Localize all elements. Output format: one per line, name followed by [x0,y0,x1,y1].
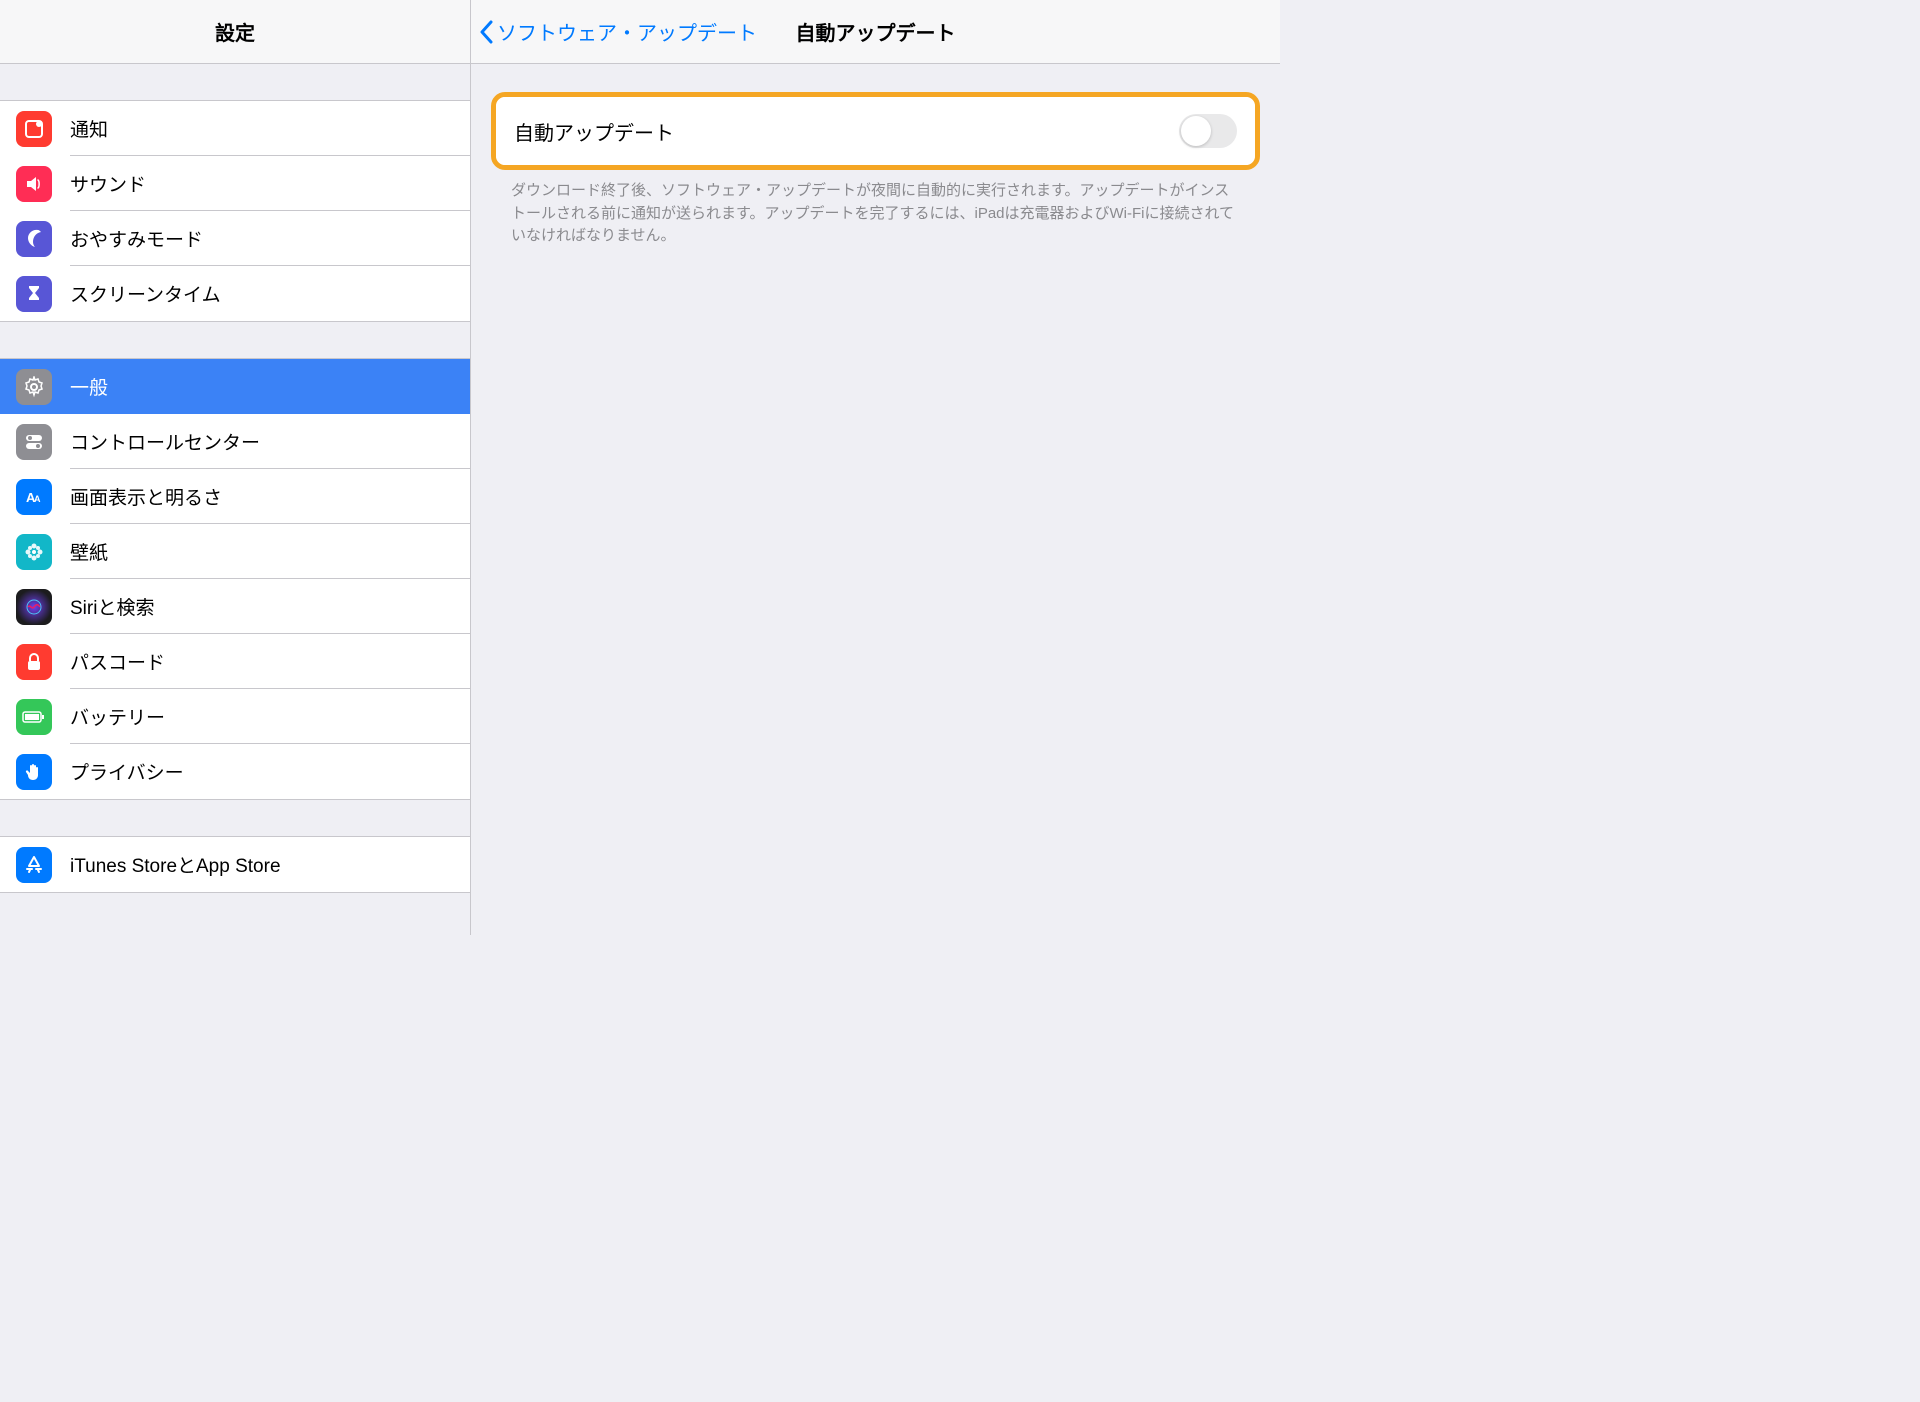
svg-text:A: A [34,494,41,504]
sidebar-item-label: 一般 [70,373,108,400]
sidebar-scroll[interactable]: 通知 サウンド おやすみモード スクリーンタイム [0,64,470,935]
appstore-icon [16,847,52,883]
sidebar-item-label: Siriと検索 [70,593,154,620]
group-spacer [0,322,470,358]
sidebar-item-display[interactable]: AA 画面表示と明るさ [0,469,470,524]
hand-icon [16,754,52,790]
sidebar-item-notifications[interactable]: 通知 [0,101,470,156]
moon-icon [16,221,52,257]
lock-icon [16,644,52,680]
settings-sidebar: 設定 通知 サウンド おやすみモード [0,0,471,935]
auto-update-toggle[interactable] [1179,114,1237,148]
sidebar-header: 設定 [0,0,470,64]
sidebar-item-battery[interactable]: バッテリー [0,689,470,744]
battery-icon [16,699,52,735]
sidebar-item-do-not-disturb[interactable]: おやすみモード [0,211,470,266]
sidebar-item-label: おやすみモード [70,225,203,252]
sidebar-item-label: 壁紙 [70,538,108,565]
sidebar-item-passcode[interactable]: パスコード [0,634,470,689]
toggle-label: 自動アップデート [514,117,674,146]
detail-pane: ソフトウェア・アップデート 自動アップデート 自動アップデート ダウンロード終了… [471,0,1280,935]
notifications-icon [16,111,52,147]
sidebar-item-label: 通知 [70,115,108,142]
sidebar-item-general[interactable]: 一般 [0,359,470,414]
back-button[interactable]: ソフトウェア・アップデート [479,17,757,46]
back-label: ソフトウェア・アップデート [497,17,757,46]
sidebar-item-label: スクリーンタイム [70,280,221,307]
group-spacer [0,800,470,836]
siri-icon [16,589,52,625]
sidebar-item-screen-time[interactable]: スクリーンタイム [0,266,470,321]
sidebar-item-privacy[interactable]: プライバシー [0,744,470,799]
sidebar-group: iTunes StoreとApp Store [0,836,470,893]
detail-content: 自動アップデート ダウンロード終了後、ソフトウェア・アップデートが夜間に自動的に… [471,64,1280,248]
sidebar-item-label: プライバシー [70,758,184,785]
toggle-knob [1181,116,1211,146]
sidebar-group: 一般 コントロールセンター AA 画面表示と明るさ 壁紙 [0,358,470,800]
detail-header: ソフトウェア・アップデート 自動アップデート [471,0,1280,64]
sidebar-item-wallpaper[interactable]: 壁紙 [0,524,470,579]
sidebar-item-label: iTunes StoreとApp Store [70,851,281,878]
sidebar-item-label: バッテリー [70,703,165,730]
sidebar-group: 通知 サウンド おやすみモード スクリーンタイム [0,100,470,322]
sidebar-item-label: パスコード [70,648,165,675]
hourglass-icon [16,276,52,312]
detail-title: 自動アップデート [796,17,956,46]
sidebar-item-sounds[interactable]: サウンド [0,156,470,211]
sounds-icon [16,166,52,202]
sidebar-item-control-center[interactable]: コントロールセンター [0,414,470,469]
chevron-left-icon [479,20,493,44]
flower-icon [16,534,52,570]
sidebar-title: 設定 [215,17,255,46]
sidebar-item-label: サウンド [70,170,146,197]
auto-update-row: 自動アップデート [496,97,1255,165]
gear-icon [16,369,52,405]
text-size-icon: AA [16,479,52,515]
sidebar-item-label: 画面表示と明るさ [70,483,222,510]
setting-description: ダウンロード終了後、ソフトウェア・アップデートが夜間に自動的に実行されます。アッ… [491,170,1260,248]
sidebar-item-label: コントロールセンター [70,428,260,455]
sidebar-item-siri[interactable]: Siriと検索 [0,579,470,634]
sidebar-item-itunes-appstore[interactable]: iTunes StoreとApp Store [0,837,470,892]
group-spacer [0,64,470,100]
toggles-icon [16,424,52,460]
highlighted-setting: 自動アップデート [491,92,1260,170]
